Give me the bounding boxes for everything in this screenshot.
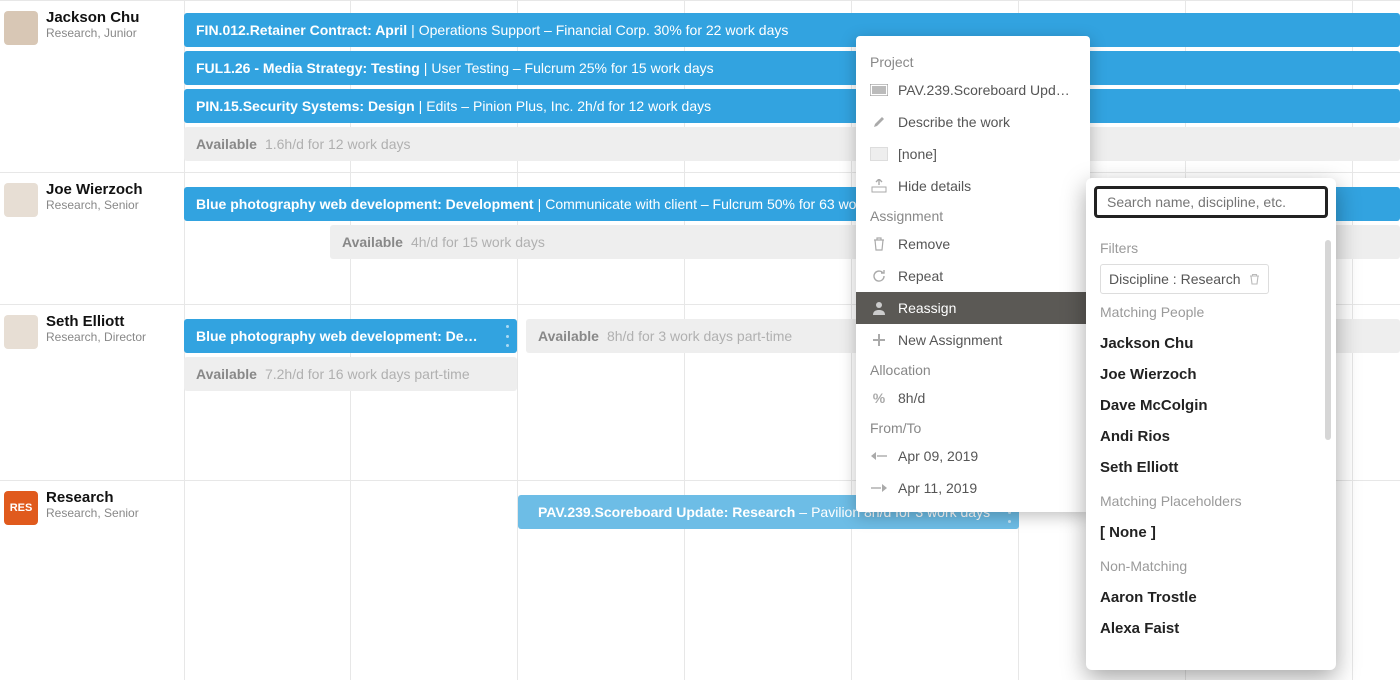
to-date[interactable]: Apr 11, 2019 <box>856 472 1090 504</box>
bar-title: Available <box>196 366 257 382</box>
assignment-popover: Project PAV.239.Scoreboard Updat… Descri… <box>856 36 1090 512</box>
bar-title: Available <box>196 136 257 152</box>
person-icon <box>870 299 888 317</box>
avatar <box>4 315 38 349</box>
resource-role: Research, Senior <box>46 198 143 212</box>
bar-detail: User Testing – Fulcrum 25% for 15 work d… <box>431 60 713 76</box>
resource-header[interactable]: RES ResearchResearch, Senior <box>0 481 184 533</box>
bar-detail: Operations Support – Financial Corp. 30%… <box>419 22 789 38</box>
bar-title: Available <box>342 234 403 250</box>
popover-section-assignment: Assignment <box>856 202 1090 228</box>
resource-name: Joe Wierzoch <box>46 181 143 198</box>
bar-title: FUL1.26 - Media Strategy: Testing <box>196 60 420 76</box>
person-option[interactable]: Andi Rios <box>1100 421 1322 452</box>
assignment-bar[interactable]: Blue photography web development: De… <box>184 319 517 353</box>
describe-work[interactable]: Describe the work <box>856 106 1090 138</box>
resource-name: Research <box>46 489 139 506</box>
to-date-icon <box>870 479 888 497</box>
person-option[interactable]: Alexa Faist <box>1100 613 1322 644</box>
new-assignment[interactable]: New Assignment <box>856 324 1090 356</box>
bar-title: PAV.239.Scoreboard Update: Research <box>538 504 795 520</box>
popover-section-fromto: From/To <box>856 414 1090 440</box>
trash-icon <box>870 235 888 253</box>
bar-title: FIN.012.Retainer Contract: April <box>196 22 407 38</box>
avatar: RES <box>4 491 38 525</box>
matching-placeholders-label: Matching Placeholders <box>1100 493 1322 509</box>
available-bar[interactable]: Available 1.6h/d for 12 work days <box>184 127 1400 161</box>
collapse-icon <box>870 177 888 195</box>
resource-name: Seth Elliott <box>46 313 146 330</box>
resource-role: Research, Junior <box>46 26 139 40</box>
drag-handle-icon[interactable] <box>503 325 511 347</box>
person-option[interactable]: Aaron Trostle <box>1100 582 1322 613</box>
bar-title: Available <box>538 328 599 344</box>
from-date-icon <box>870 447 888 465</box>
search-input[interactable] <box>1094 186 1328 218</box>
resource-row: Jackson ChuResearch, JuniorFIN.012.Retai… <box>0 0 1400 172</box>
project-row[interactable]: PAV.239.Scoreboard Updat… <box>856 74 1090 106</box>
assignment-bar[interactable]: FIN.012.Retainer Contract: April | Opera… <box>184 13 1400 47</box>
resource-header[interactable]: Joe WierzochResearch, Senior <box>0 173 184 225</box>
person-option[interactable]: Jackson Chu <box>1100 328 1322 359</box>
percent-icon: % <box>870 389 888 407</box>
filter-chip[interactable]: Discipline : Research <box>1100 264 1269 294</box>
bar-title: PIN.15.Security Systems: Design <box>196 98 415 114</box>
color-swatch-icon <box>870 145 888 163</box>
remove-assignment[interactable]: Remove <box>856 228 1090 260</box>
reassign-panel: Filters Discipline : Research Matching P… <box>1086 178 1336 670</box>
allocation-value[interactable]: % 8h/d <box>856 382 1090 414</box>
assignment-bar[interactable]: PIN.15.Security Systems: Design | Edits … <box>184 89 1400 123</box>
popover-section-allocation: Allocation <box>856 356 1090 382</box>
plus-icon <box>870 331 888 349</box>
bar-detail: 8h/d for 3 work days part-time <box>607 328 792 344</box>
available-bar[interactable]: Available 7.2h/d for 16 work days part-t… <box>184 357 517 391</box>
timeline-lane[interactable]: FIN.012.Retainer Contract: April | Opera… <box>184 1 1400 172</box>
person-option[interactable]: Seth Elliott <box>1100 452 1322 483</box>
placeholder-none[interactable]: [ None ] <box>1100 517 1322 548</box>
resource-role: Research, Director <box>46 330 146 344</box>
popover-section-project: Project <box>856 48 1090 74</box>
bar-title: Blue photography web development: Develo… <box>196 196 534 212</box>
bar-detail: 4h/d for 15 work days <box>411 234 545 250</box>
pencil-icon <box>870 113 888 131</box>
scheduler-app: Jackson ChuResearch, JuniorFIN.012.Retai… <box>0 0 1400 680</box>
resource-name: Jackson Chu <box>46 9 139 26</box>
resource-role: Research, Senior <box>46 506 139 520</box>
resource-header[interactable]: Seth ElliottResearch, Director <box>0 305 184 357</box>
person-option[interactable]: Dave McColgin <box>1100 390 1322 421</box>
assignment-bar[interactable]: FUL1.26 - Media Strategy: Testing | User… <box>184 51 1400 85</box>
reassign-assignment[interactable]: Reassign <box>856 292 1090 324</box>
bar-detail: Edits – Pinion Plus, Inc. 2h/d for 12 wo… <box>426 98 711 114</box>
hide-details[interactable]: Hide details <box>856 170 1090 202</box>
from-date[interactable]: Apr 09, 2019 <box>856 440 1090 472</box>
person-option[interactable]: Joe Wierzoch <box>1100 359 1322 390</box>
resource-header[interactable]: Jackson ChuResearch, Junior <box>0 1 184 53</box>
scrollbar[interactable] <box>1325 240 1331 440</box>
bar-detail: Communicate with client – Fulcrum 50% fo… <box>545 196 901 212</box>
filters-label: Filters <box>1100 240 1322 256</box>
nonmatching-label: Non-Matching <box>1100 558 1322 574</box>
color-none[interactable]: [none] <box>856 138 1090 170</box>
repeat-assignment[interactable]: Repeat <box>856 260 1090 292</box>
bar-title: Blue photography web development: De… <box>196 328 478 344</box>
remove-filter-icon[interactable] <box>1249 273 1260 285</box>
bar-detail: 7.2h/d for 16 work days part-time <box>265 366 470 382</box>
repeat-icon <box>870 267 888 285</box>
avatar <box>4 11 38 45</box>
project-icon <box>870 81 888 99</box>
avatar <box>4 183 38 217</box>
matching-people-label: Matching People <box>1100 304 1322 320</box>
bar-detail: 1.6h/d for 12 work days <box>265 136 411 152</box>
project-name: PAV.239.Scoreboard Updat… <box>898 82 1076 98</box>
